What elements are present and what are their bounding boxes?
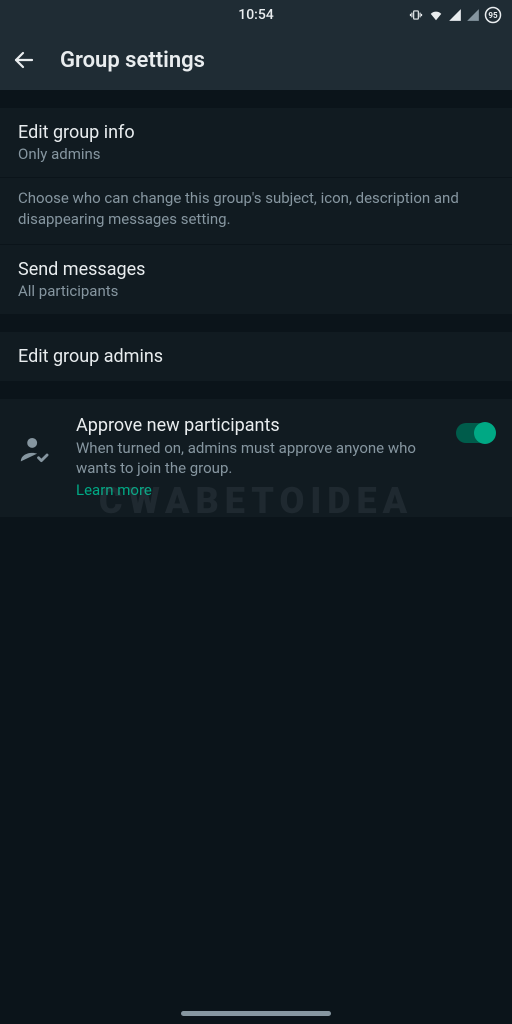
setting-title: Edit group admins xyxy=(18,346,494,367)
setting-edit-group-admins[interactable]: Edit group admins xyxy=(0,332,512,381)
setting-edit-group-info[interactable]: Edit group info Only admins xyxy=(0,108,512,177)
toggle-thumb xyxy=(474,422,496,444)
signal-icon xyxy=(448,8,462,22)
status-time: 10:54 xyxy=(238,7,274,23)
toggle-approve[interactable] xyxy=(456,423,494,443)
app-bar: Group settings xyxy=(0,30,512,90)
setting-value: All participants xyxy=(18,282,494,300)
setting-value: Only admins xyxy=(18,145,494,163)
setting-title: Approve new participants xyxy=(76,415,434,436)
home-indicator xyxy=(181,1011,331,1016)
learn-more-link[interactable]: Learn more xyxy=(76,481,152,499)
wifi-icon xyxy=(428,8,444,22)
arrow-left-icon xyxy=(12,48,36,72)
person-check-icon xyxy=(18,433,62,471)
gap xyxy=(0,314,512,332)
setting-title: Send messages xyxy=(18,259,494,280)
setting-description: When turned on, admins must approve anyo… xyxy=(76,438,434,479)
battery-icon: 95 xyxy=(484,6,502,24)
gap xyxy=(0,90,512,108)
battery-pct: 95 xyxy=(484,6,502,24)
status-bar: 10:54 95 xyxy=(0,0,512,30)
setting-approve-participants[interactable]: Approve new participants When turned on,… xyxy=(0,399,512,517)
page-title: Group settings xyxy=(60,48,205,73)
setting-title: Edit group info xyxy=(18,122,494,143)
signal-icon-2 xyxy=(466,8,480,22)
vibrate-icon xyxy=(408,8,424,22)
setting-send-messages[interactable]: Send messages All participants xyxy=(0,244,512,314)
setting-description: Choose who can change this group's subje… xyxy=(0,177,512,244)
back-button[interactable] xyxy=(12,48,36,72)
gap xyxy=(0,381,512,399)
status-icons: 95 xyxy=(408,0,502,30)
